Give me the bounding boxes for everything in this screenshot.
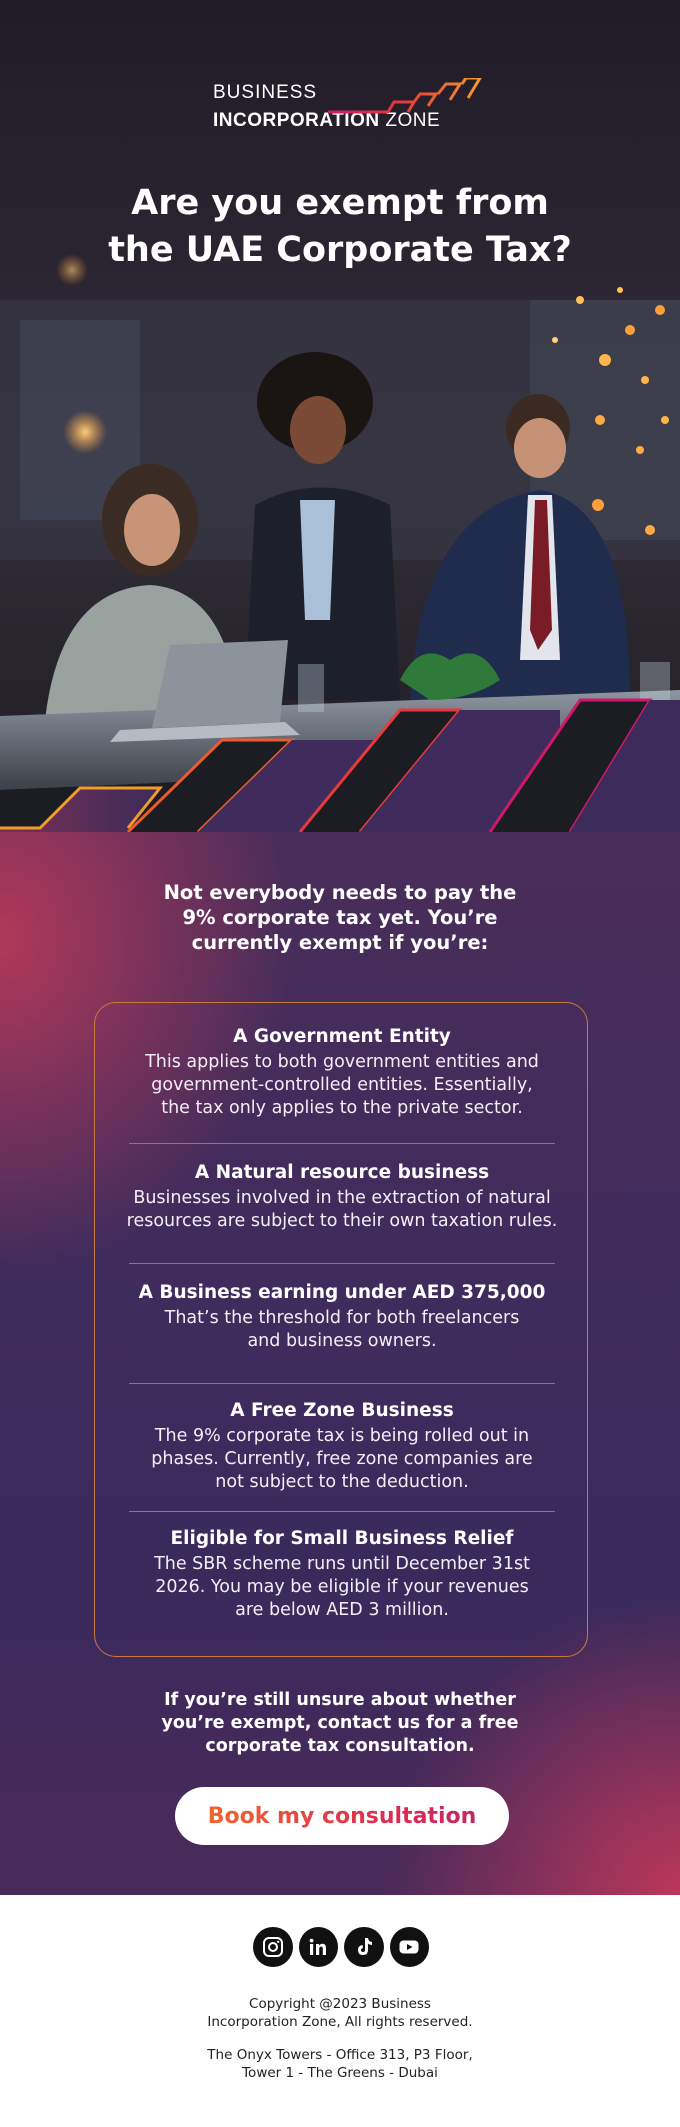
exemptions-card: A Government Entity This applies to both… [94,1002,588,1657]
exemption-item-free-zone: A Free Zone Business The 9% corporate ta… [95,1399,589,1494]
outro-line3: corporate tax consultation. [205,1736,475,1756]
exemption-body-line: and business owners. [247,1331,437,1351]
exemption-body-line: That’s the threshold for both freelancer… [164,1308,520,1328]
exemption-title: A Government Entity [233,1026,451,1047]
outro-line2: you’re exempt, contact us for a free [161,1713,519,1733]
outro-text: If you’re still unsure about whether you… [130,1689,550,1758]
exemption-item-natural-resource: A Natural resource business Businesses i… [95,1161,589,1233]
exemption-body-line: government-controlled entities. Essentia… [151,1075,533,1095]
address-text: The Onyx Towers - Office 313, P3 Floor, … [160,2046,520,2082]
intro-text: Not everybody needs to pay the 9% corpor… [120,880,560,955]
exemption-body-line: phases. Currently, free zone companies a… [151,1449,533,1469]
exemption-body: That’s the threshold for both freelancer… [95,1307,589,1353]
youtube-icon [399,1940,419,1954]
linkedin-icon [309,1938,327,1955]
intro-line1: Not everybody needs to pay the [163,881,517,904]
linkedin-link[interactable] [298,1927,338,1967]
exemption-body: Businesses involved in the extraction of… [95,1187,589,1233]
outro-line1: If you’re still unsure about whether [164,1690,516,1710]
divider [129,1511,555,1512]
copyright-line2: Incorporation Zone, All rights reserved. [207,2014,473,2030]
tiktok-icon [357,1938,372,1955]
exemption-body-line: This applies to both government entities… [145,1052,539,1072]
exemption-body-line: the tax only applies to the private sect… [161,1098,523,1118]
book-consultation-button[interactable]: Book my consultation [175,1787,509,1845]
book-consultation-label: Book my consultation [207,1803,477,1829]
exemption-body-line: The SBR scheme runs until December 31st [154,1554,530,1574]
exemption-title: A Business earning under AED 375,000 [138,1282,546,1303]
hero-banner: BUSINESS INCORPORATION ZONE Are you exem… [0,0,680,832]
footer: Copyright @2023 Business Incorporation Z… [0,1895,680,2127]
exemption-body-line: The 9% corporate tax is being rolled out… [154,1426,530,1446]
social-links [253,1927,429,1967]
instagram-icon [262,1937,283,1957]
divider [129,1383,555,1384]
hero-title-line2: the UAE Corporate Tax? [108,230,572,270]
brand-logo[interactable]: BUSINESS INCORPORATION ZONE [213,78,483,138]
exemption-title: A Free Zone Business [230,1400,454,1421]
hero-title-line1: Are you exempt from [131,183,549,223]
exemption-item-government: A Government Entity This applies to both… [95,1025,589,1120]
exemption-item-small-business-relief: Eligible for Small Business Relief The S… [95,1527,589,1622]
email-newsletter: BUSINESS INCORPORATION ZONE Are you exem… [0,0,680,2127]
copyright-text: Copyright @2023 Business Incorporation Z… [160,1995,520,2031]
address-line2: Tower 1 - The Greens - Dubai [242,2065,438,2081]
copyright-line1: Copyright @2023 Business [249,1996,431,2012]
exemption-body-line: resources are subject to their own taxat… [126,1211,558,1231]
exemption-body: This applies to both government entities… [95,1051,589,1120]
exemption-body-line: 2026. You may be eligible if your revenu… [155,1577,529,1597]
exemption-body: The 9% corporate tax is being rolled out… [95,1425,589,1494]
exemption-body-line: Businesses involved in the extraction of… [133,1188,551,1208]
instagram-link[interactable] [253,1927,293,1967]
divider [129,1143,555,1144]
exemption-body: The SBR scheme runs until December 31st … [95,1553,589,1622]
intro-line3: currently exempt if you’re: [191,931,489,954]
divider [129,1263,555,1264]
tiktok-link[interactable] [344,1927,384,1967]
exemptions-section: Not everybody needs to pay the 9% corpor… [0,832,680,1895]
exemption-title: A Natural resource business [194,1162,490,1183]
youtube-link[interactable] [389,1927,429,1967]
logo-text-business: BUSINESS [213,82,318,103]
logo-stripes-icon [328,78,482,114]
exemption-body-line: not subject to the deduction. [215,1472,469,1492]
hero-title: Are you exempt from the UAE Corporate Ta… [40,180,640,274]
exemption-body-line: are below AED 3 million. [235,1600,449,1620]
exemption-title: Eligible for Small Business Relief [170,1528,514,1549]
address-line1: The Onyx Towers - Office 313, P3 Floor, [207,2047,473,2063]
intro-line2: 9% corporate tax yet. You’re [182,906,498,929]
exemption-item-under-threshold: A Business earning under AED 375,000 Tha… [95,1281,589,1353]
